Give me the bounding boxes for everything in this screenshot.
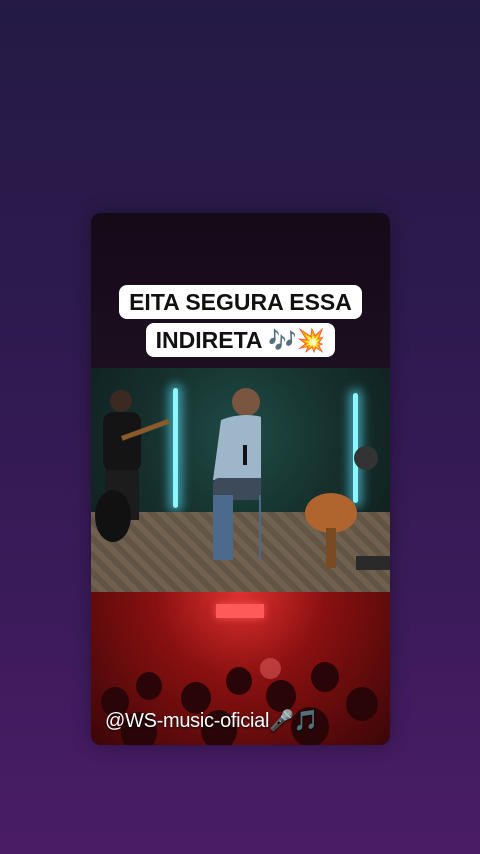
watermark-handle: @WS-music-oficial🎤🎵 [105, 710, 319, 732]
neon-light-left [173, 388, 178, 508]
video-caption: EITA SEGURA ESSA INDIRETA 🎶💥 [119, 285, 362, 357]
crowd-image: @WS-music-oficial🎤🎵 [91, 592, 390, 745]
crowd-head [311, 662, 339, 692]
crowd-head [346, 687, 378, 721]
singer-figure [213, 388, 261, 560]
instruments-table [305, 446, 390, 570]
video-frame[interactable]: EITA SEGURA ESSA INDIRETA 🎶💥 @WS-music-o… [91, 213, 390, 745]
video-top-area: EITA SEGURA ESSA INDIRETA 🎶💥 [91, 213, 390, 368]
caption-box: EITA SEGURA ESSA INDIRETA 🎶💥 [91, 283, 390, 359]
stage-scene-image [91, 368, 390, 592]
crowd-head [136, 672, 162, 700]
guitarist-figure [95, 390, 170, 542]
stage-screen [216, 604, 264, 618]
crowd-head [226, 667, 252, 695]
